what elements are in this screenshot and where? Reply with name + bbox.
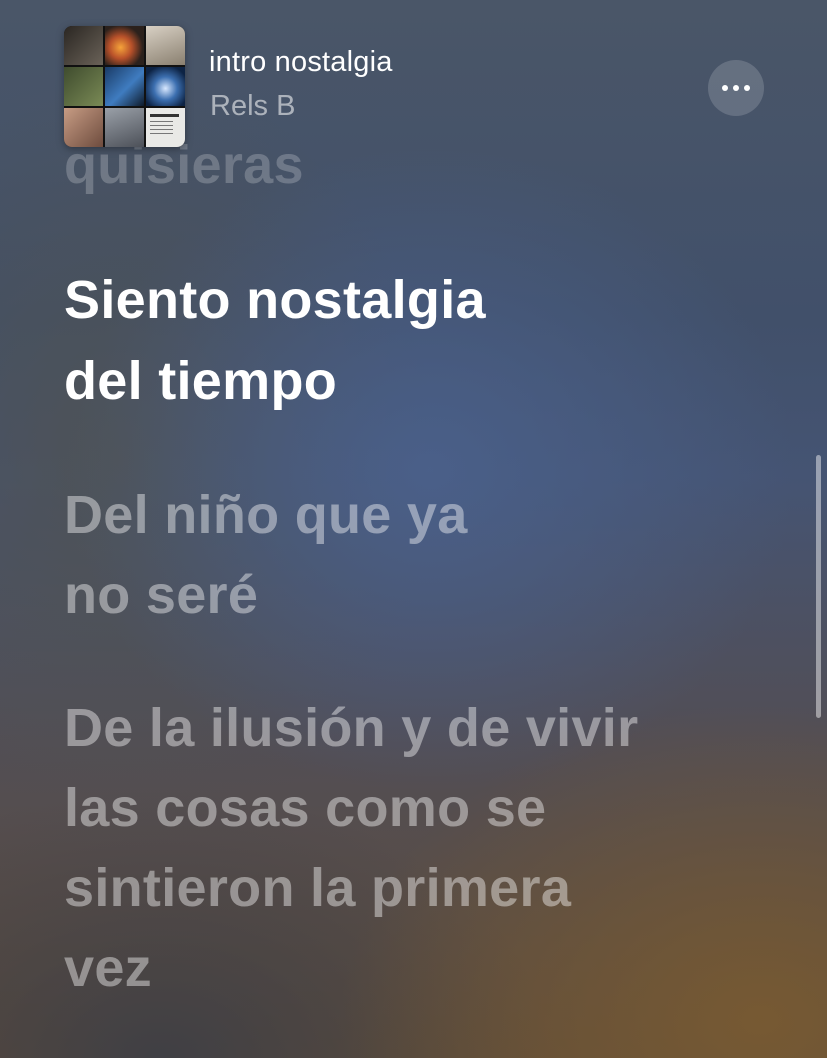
artwork-tile <box>146 26 185 65</box>
scrollbar[interactable] <box>816 455 821 718</box>
album-artwork[interactable] <box>64 26 185 147</box>
lyric-line[interactable]: vez <box>64 929 152 1007</box>
artwork-tile <box>105 26 144 65</box>
artwork-tile <box>64 67 103 106</box>
artwork-tile <box>105 108 144 147</box>
more-options-button[interactable] <box>708 60 764 116</box>
artist-name[interactable]: Rels B <box>210 90 295 123</box>
artwork-tile <box>146 108 185 147</box>
artwork-tile <box>64 108 103 147</box>
song-title[interactable]: intro nostalgia <box>209 46 393 79</box>
now-playing-header: intro nostalgia Rels B <box>0 0 827 160</box>
artwork-tile <box>105 67 144 106</box>
lyric-line[interactable]: no seré <box>64 556 258 634</box>
lyric-line[interactable]: las cosas como se <box>64 769 546 847</box>
lyric-line[interactable]: sintieron la primera <box>64 849 571 927</box>
lyric-line-active[interactable]: del tiempo <box>64 342 337 420</box>
lyric-line[interactable]: De la ilusión y de vivir <box>64 689 638 767</box>
lyric-line[interactable]: Del niño que ya <box>64 476 468 554</box>
lyric-line-active[interactable]: Siento nostalgia <box>64 261 486 339</box>
artwork-tile <box>146 67 185 106</box>
artwork-tile <box>64 26 103 65</box>
ellipsis-icon <box>722 85 750 91</box>
